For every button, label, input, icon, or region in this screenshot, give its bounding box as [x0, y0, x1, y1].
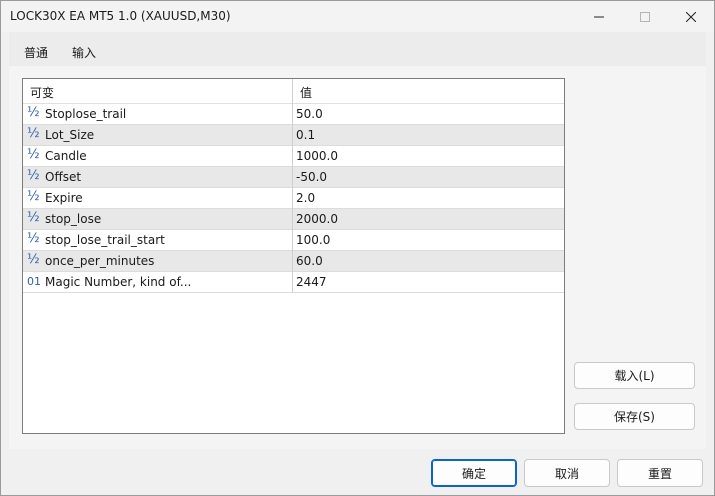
grid-header: 可变 值 [23, 79, 564, 104]
param-name: Magic Number, kind of... [45, 275, 192, 289]
column-header-value[interactable]: 值 [300, 84, 312, 101]
param-value[interactable]: 0.1 [296, 128, 315, 142]
load-button[interactable]: 载入(L) [574, 362, 695, 389]
param-name: Stoplose_trail [45, 107, 127, 121]
tab-common[interactable]: 普通 [23, 44, 49, 61]
param-value[interactable]: 60.0 [296, 254, 323, 268]
integer-type-icon: 01 [27, 275, 41, 288]
param-value[interactable]: -50.0 [296, 170, 327, 184]
table-row[interactable]: ½ once_per_minutes 60.0 [23, 251, 564, 272]
table-row[interactable]: ½ Stoplose_trail 50.0 [23, 104, 564, 125]
tab-inputs[interactable]: 输入 [68, 44, 100, 68]
minimize-icon [594, 16, 604, 17]
column-header-name[interactable]: 可变 [30, 84, 54, 101]
inputs-grid: 可变 值 ½ Stoplose_trail 50.0 ½ Lot_Size 0.… [22, 78, 565, 434]
double-type-icon: ½ [27, 210, 40, 225]
window-title: LOCK30X EA MT5 1.0 (XAUUSD,M30) [10, 9, 231, 23]
param-value[interactable]: 2447 [296, 275, 327, 289]
table-row[interactable]: ½ Lot_Size 0.1 [23, 125, 564, 146]
maximize-icon [640, 11, 650, 22]
double-type-icon: ½ [27, 105, 40, 120]
param-name: Candle [45, 149, 87, 163]
param-value[interactable]: 2.0 [296, 191, 315, 205]
close-icon [686, 11, 696, 22]
param-value[interactable]: 50.0 [296, 107, 323, 121]
param-value[interactable]: 2000.0 [296, 212, 338, 226]
param-value[interactable]: 1000.0 [296, 149, 338, 163]
double-type-icon: ½ [27, 126, 40, 141]
param-name: once_per_minutes [45, 254, 155, 268]
ok-button[interactable]: 确定 [431, 459, 517, 487]
double-type-icon: ½ [27, 231, 40, 246]
table-row[interactable]: ½ Offset -50.0 [23, 167, 564, 188]
minimize-button[interactable] [576, 1, 622, 32]
double-type-icon: ½ [27, 168, 40, 183]
tab-bar: 普通 输入 [9, 32, 706, 68]
save-button[interactable]: 保存(S) [574, 403, 695, 430]
close-button[interactable] [668, 1, 714, 32]
param-name: stop_lose [45, 212, 102, 226]
param-name: Offset [45, 170, 82, 184]
param-value[interactable]: 100.0 [296, 233, 330, 247]
double-type-icon: ½ [27, 189, 40, 204]
table-row[interactable]: ½ stop_lose 2000.0 [23, 209, 564, 230]
cancel-button[interactable]: 取消 [524, 459, 610, 487]
table-row[interactable]: 01 Magic Number, kind of... 2447 [23, 272, 564, 293]
table-row[interactable]: ½ stop_lose_trail_start 100.0 [23, 230, 564, 251]
maximize-button[interactable] [622, 1, 668, 32]
dialog-window: LOCK30X EA MT5 1.0 (XAUUSD,M30) 普通 输入 可变… [0, 0, 715, 496]
param-name: stop_lose_trail_start [45, 233, 165, 247]
column-divider[interactable] [292, 79, 293, 293]
reset-button[interactable]: 重置 [617, 459, 703, 487]
table-row[interactable]: ½ Expire 2.0 [23, 188, 564, 209]
param-name: Expire [45, 191, 83, 205]
table-row[interactable]: ½ Candle 1000.0 [23, 146, 564, 167]
title-bar: LOCK30X EA MT5 1.0 (XAUUSD,M30) [1, 1, 714, 32]
double-type-icon: ½ [27, 147, 40, 162]
double-type-icon: ½ [27, 252, 40, 267]
param-name: Lot_Size [45, 128, 95, 142]
